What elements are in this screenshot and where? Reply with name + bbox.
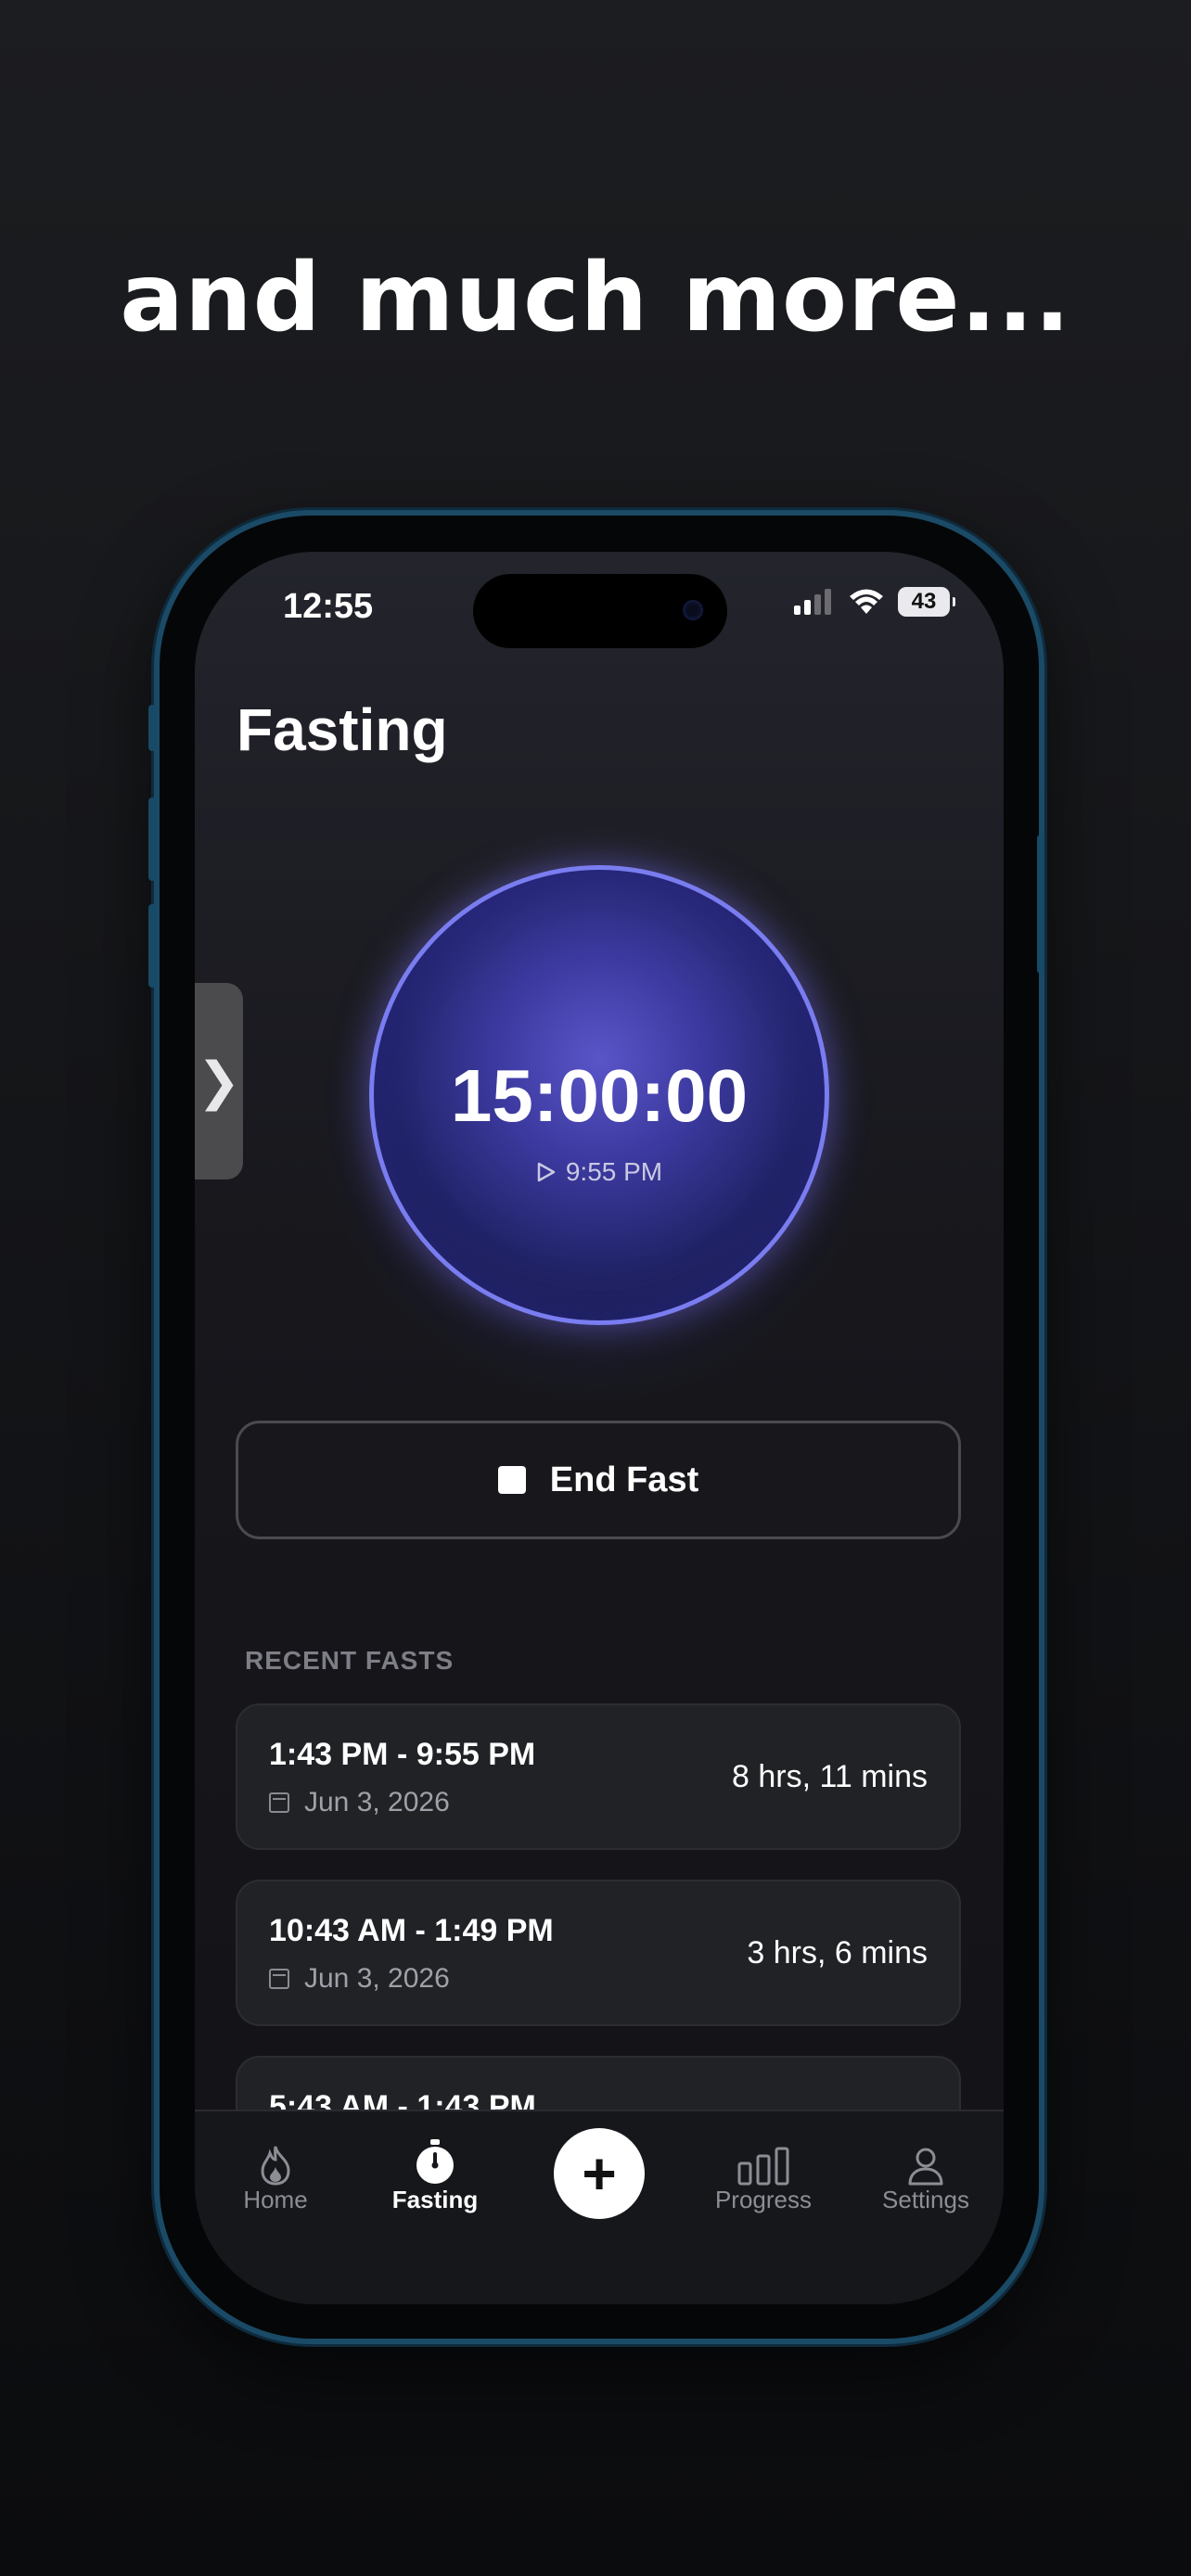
flame-icon (261, 2146, 290, 2186)
status-icons: 43 (794, 587, 955, 617)
fast-date-label: Jun 3, 2026 (304, 1963, 450, 1994)
phone-volume-down (148, 904, 156, 988)
camera-icon (683, 600, 703, 620)
tab-progress-label: Progress (714, 2186, 813, 2213)
phone-action-button (148, 705, 156, 751)
play-icon (537, 1162, 556, 1182)
tab-home-label: Home (243, 2186, 308, 2213)
end-fast-label: End Fast (549, 1460, 699, 1499)
phone-power-button (1037, 835, 1044, 974)
plus-icon: + (582, 2140, 617, 2207)
fast-duration: 3 hrs, 6 mins (747, 1935, 928, 1970)
cellular-signal-icon (794, 589, 831, 615)
person-icon (908, 2148, 943, 2186)
fast-time-range: 10:43 AM - 1:49 PM (269, 1913, 554, 1948)
tab-fasting[interactable]: Fasting (361, 2130, 509, 2214)
timer-value: 15:00:00 (450, 1054, 749, 1137)
dynamic-island (473, 574, 727, 648)
timer-start-label: 9:55 PM (565, 1157, 663, 1186)
tab-fasting-label: Fasting (391, 2186, 479, 2213)
fast-list-item[interactable]: 10:43 AM - 1:49 PM Jun 3, 2026 3 hrs, 6 … (236, 1880, 961, 2026)
status-time: 12:55 (283, 587, 374, 626)
wifi-icon (850, 589, 883, 614)
bar-chart-icon (737, 2147, 789, 2186)
tab-home[interactable]: Home (201, 2130, 350, 2214)
chevron-right-icon: ❯ (197, 1052, 241, 1110)
marketing-headline: and much more... (120, 243, 1071, 353)
tab-settings[interactable]: Settings (852, 2130, 1000, 2214)
fast-list-item[interactable]: 1:43 PM - 9:55 PM Jun 3, 2026 8 hrs, 11 … (236, 1703, 961, 1850)
side-drawer-handle[interactable]: ❯ (195, 983, 243, 1180)
stop-icon (497, 1466, 526, 1494)
battery-icon: 43 (898, 587, 955, 617)
fast-duration: 8 hrs, 11 mins (731, 1759, 928, 1794)
stopwatch-icon (416, 2139, 454, 2184)
tab-settings-label: Settings (882, 2186, 969, 2213)
phone-volume-up (148, 797, 156, 881)
recent-fasts-heading: RECENT FASTS (245, 1646, 455, 1675)
add-fast-button[interactable]: + (554, 2128, 645, 2219)
app-screen: 12:55 43 Fasting ❯ 15:00:00 9:55 PM End … (195, 552, 1004, 2304)
fast-time-range: 1:43 PM - 9:55 PM (269, 1737, 536, 1772)
fast-date: Jun 3, 2026 (269, 1787, 450, 1818)
page-title: Fasting (237, 696, 448, 763)
fast-date: Jun 3, 2026 (269, 1963, 450, 1995)
end-fast-button[interactable]: End Fast (236, 1421, 961, 1539)
timer-start-time: 9:55 PM (374, 1157, 825, 1187)
fasting-timer-ring[interactable]: 15:00:00 9:55 PM (369, 865, 829, 1325)
fast-date-label: Jun 3, 2026 (304, 1787, 450, 1817)
tab-progress[interactable]: Progress (689, 2130, 838, 2214)
calendar-icon (269, 1969, 289, 1989)
calendar-icon (269, 1792, 289, 1813)
